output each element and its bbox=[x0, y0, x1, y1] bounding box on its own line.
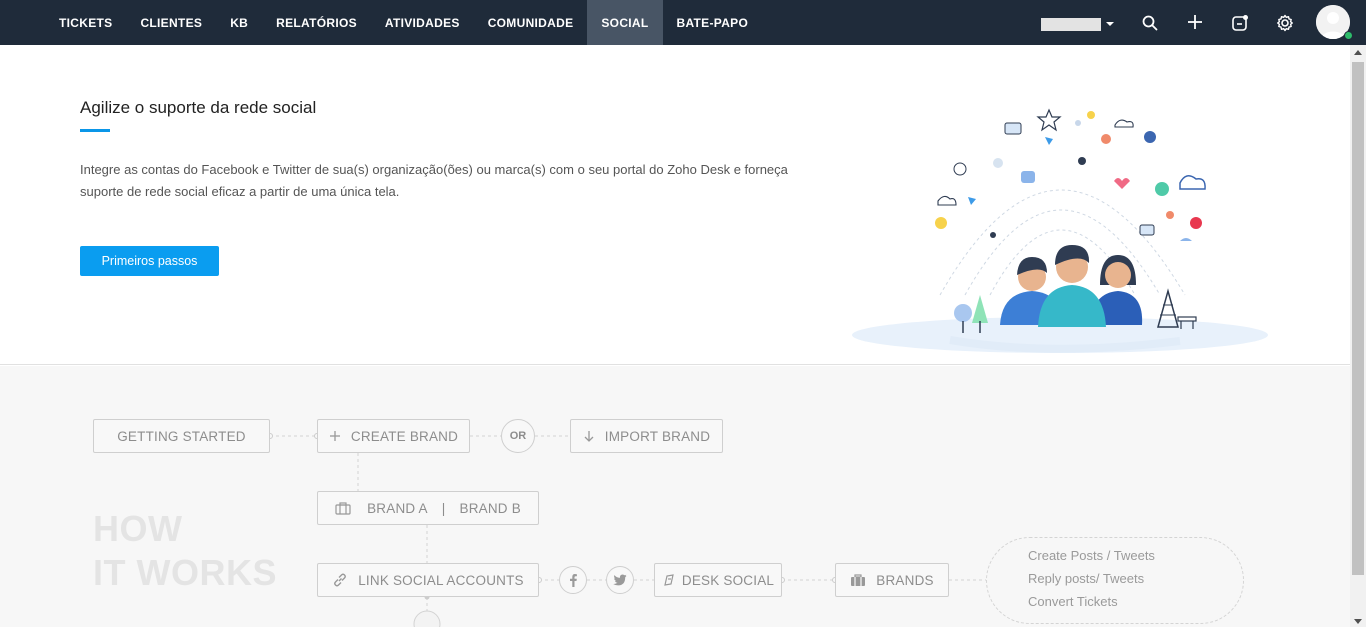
how-it-works-heading: HOW IT WORKS bbox=[93, 507, 277, 595]
plus-icon bbox=[329, 430, 341, 442]
link-social-label: LINK SOCIAL ACCOUNTS bbox=[358, 572, 524, 588]
how-heading-line1: HOW bbox=[93, 508, 183, 549]
action-reply-posts: Reply posts/ Tweets bbox=[1028, 571, 1145, 586]
brands-step: BRAND A | BRAND B bbox=[317, 491, 539, 525]
compose-icon[interactable] bbox=[1230, 13, 1250, 33]
scroll-down-arrow-icon[interactable] bbox=[1354, 619, 1362, 624]
brand-b-label: BRAND B bbox=[459, 500, 521, 516]
online-status-icon bbox=[1344, 31, 1353, 40]
top-nav: TICKETS CLIENTES KB RELATÓRIOS ATIVIDADE… bbox=[0, 0, 1366, 45]
tab-atividades[interactable]: ATIVIDADES bbox=[371, 0, 474, 45]
import-brand-label: IMPORT BRAND bbox=[604, 428, 711, 444]
page-title: Agilize o suporte da rede social bbox=[80, 98, 317, 117]
org-selector[interactable] bbox=[1041, 18, 1101, 31]
hero-section: Agilize o suporte da rede social Integre… bbox=[0, 45, 1350, 365]
tab-social[interactable]: SOCIAL bbox=[587, 0, 663, 45]
title-underline bbox=[80, 129, 110, 132]
or-separator: OR bbox=[501, 419, 535, 453]
facebook-icon bbox=[559, 566, 587, 594]
get-started-button[interactable]: Primeiros passos bbox=[80, 246, 219, 276]
tab-relatorios[interactable]: RELATÓRIOS bbox=[262, 0, 371, 45]
create-brand-step: CREATE BRAND bbox=[317, 419, 470, 453]
plus-icon[interactable] bbox=[1185, 12, 1205, 32]
brand-separator: | bbox=[441, 500, 446, 516]
nav-tabs: TICKETS CLIENTES KB RELATÓRIOS ATIVIDADE… bbox=[45, 0, 762, 45]
action-create-posts: Create Posts / Tweets bbox=[1028, 548, 1155, 563]
create-brand-label: CREATE BRAND bbox=[350, 428, 459, 444]
link-social-accounts-step: LINK SOCIAL ACCOUNTS bbox=[317, 563, 539, 597]
getting-started-step: GETTING STARTED bbox=[93, 419, 270, 453]
desk-social-icon bbox=[662, 573, 676, 587]
tab-clientes[interactable]: CLIENTES bbox=[126, 0, 216, 45]
briefcase-icon bbox=[335, 501, 351, 515]
brand-a-label: BRAND A bbox=[367, 500, 428, 516]
twitter-icon bbox=[606, 566, 634, 594]
vertical-scrollbar[interactable] bbox=[1350, 45, 1366, 627]
arrow-down-icon bbox=[583, 430, 595, 442]
brands-label: BRANDS bbox=[876, 572, 934, 588]
briefcase-icon bbox=[850, 573, 866, 587]
link-icon bbox=[332, 572, 348, 588]
desk-social-step: DESK SOCIAL bbox=[654, 563, 782, 597]
tab-kb[interactable]: KB bbox=[216, 0, 262, 45]
search-icon[interactable] bbox=[1140, 13, 1160, 33]
tab-bate-papo[interactable]: BATE-PAPO bbox=[663, 0, 763, 45]
scrollbar-thumb[interactable] bbox=[1352, 62, 1364, 575]
action-convert-tickets: Convert Tickets bbox=[1028, 594, 1118, 609]
hero-description: Integre as contas do Facebook e Twitter … bbox=[80, 162, 788, 199]
desk-social-label: DESK SOCIAL bbox=[681, 572, 775, 588]
social-support-illustration bbox=[852, 108, 1268, 353]
chevron-down-icon[interactable] bbox=[1106, 22, 1114, 26]
tab-comunidade[interactable]: COMUNIDADE bbox=[474, 0, 588, 45]
how-heading-line2: IT WORKS bbox=[93, 552, 277, 593]
import-brand-step: IMPORT BRAND bbox=[570, 419, 723, 453]
brands-result-step: BRANDS bbox=[835, 563, 949, 597]
scroll-up-arrow-icon[interactable] bbox=[1354, 50, 1362, 55]
tab-tickets[interactable]: TICKETS bbox=[45, 0, 126, 45]
gear-icon[interactable] bbox=[1275, 13, 1295, 33]
